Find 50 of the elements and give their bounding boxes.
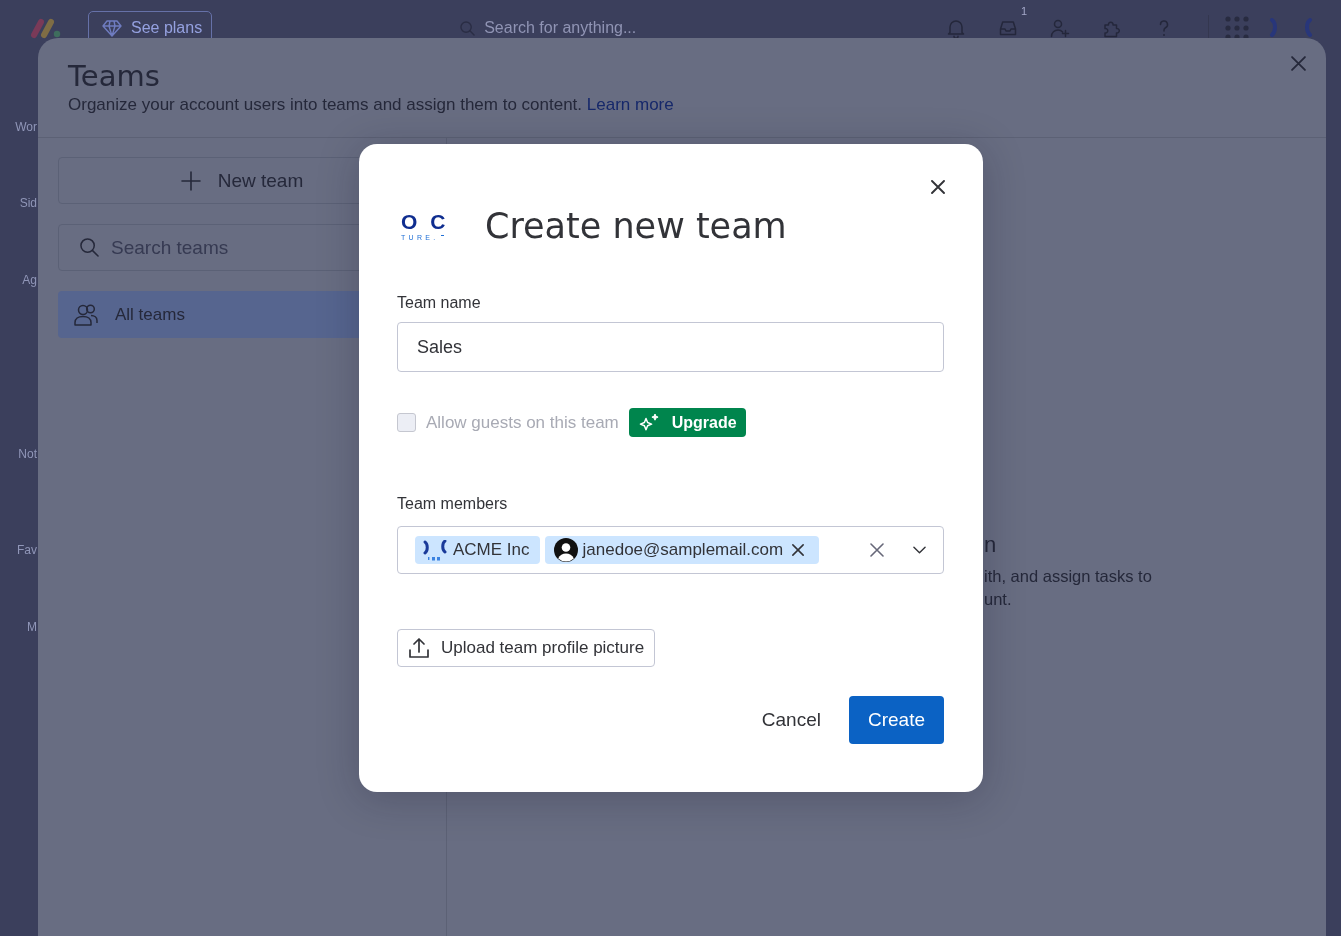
remove-button[interactable] xyxy=(792,544,805,556)
upload-icon xyxy=(409,638,429,658)
close-icon xyxy=(870,543,884,557)
avatar-icon xyxy=(553,538,578,562)
logo-icon xyxy=(1269,18,1314,38)
clear-button[interactable] xyxy=(870,543,884,557)
nav-label[interactable]: M xyxy=(0,620,37,634)
dropdown-button[interactable] xyxy=(913,546,926,554)
members-field[interactable]: ACME Inc janedoe@samplemail.com xyxy=(397,526,944,574)
person-add-button[interactable] xyxy=(1050,18,1071,38)
dialog-title: Create new team xyxy=(485,205,787,248)
member-name: janedoe@samplemail.com xyxy=(582,540,784,560)
nav-label[interactable]: Sid xyxy=(0,196,37,210)
search-icon xyxy=(460,20,476,36)
notification-count: 1 xyxy=(1021,5,1028,17)
close-icon xyxy=(1291,56,1306,71)
page-title: Teams xyxy=(68,58,160,94)
sparkle-icon xyxy=(638,413,660,432)
close-button[interactable] xyxy=(931,180,945,196)
bell-icon xyxy=(946,18,967,38)
search-field[interactable]: Search for anything... xyxy=(484,17,925,39)
search-icon xyxy=(80,238,99,257)
cancel-button[interactable]: Cancel xyxy=(761,705,821,735)
nav-label[interactable]: Not xyxy=(0,447,37,461)
inbox-icon xyxy=(998,18,1019,38)
create-button[interactable]: Create xyxy=(848,696,944,744)
empty-state-title: n xyxy=(984,531,997,559)
apps-button[interactable] xyxy=(1225,16,1250,40)
close-icon xyxy=(931,180,945,194)
nav-label[interactable]: Fav xyxy=(0,543,37,557)
upload-button[interactable]: Upload team profile picture xyxy=(397,629,656,667)
person-add-icon xyxy=(1050,18,1071,38)
diamond-icon xyxy=(102,19,122,37)
field-label: Team members xyxy=(397,494,508,514)
checkbox-label: Allow guests on this team xyxy=(426,412,619,433)
bell-button[interactable] xyxy=(946,18,967,38)
plus-icon xyxy=(180,170,201,191)
team-name-field[interactable]: Sales xyxy=(397,322,944,372)
page-description: Organize your account users into teams and assign them to content. Learn more xyxy=(68,94,674,116)
nav-label[interactable]: Ag xyxy=(0,273,37,287)
chevron-down-icon xyxy=(913,546,926,554)
member-name: ACME Inc xyxy=(453,540,530,560)
logo-icon xyxy=(422,539,448,561)
people-icon xyxy=(74,303,98,326)
close-icon xyxy=(792,544,805,556)
learn-more-link[interactable]: Learn more xyxy=(586,95,674,114)
empty-state-description: ith, and assign tasks to unt. xyxy=(984,566,1152,610)
nav-label[interactable]: Wor xyxy=(0,120,37,134)
app-logo-icon xyxy=(30,17,62,39)
grid-icon xyxy=(1225,16,1250,40)
